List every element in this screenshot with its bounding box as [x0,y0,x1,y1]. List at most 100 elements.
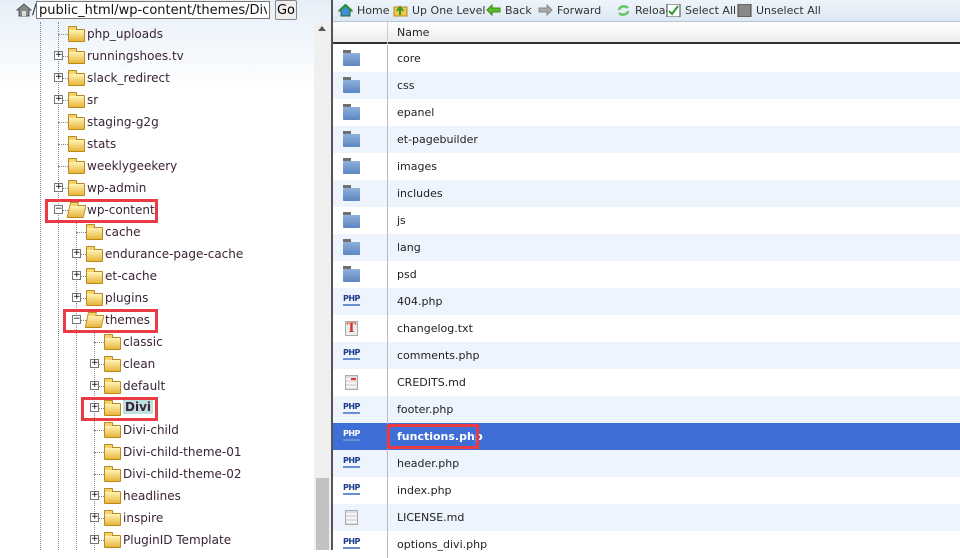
expand-toggle-icon[interactable]: + [54,95,63,104]
tree-item[interactable]: + wp-admin [0,178,314,198]
file-name[interactable]: options_divi.php [397,538,487,551]
forward-button[interactable]: Forward [538,4,601,17]
home-icon[interactable] [16,3,32,17]
tree-item[interactable]: + et-cache [0,266,314,286]
scrollbar-thumb[interactable] [316,478,329,550]
tree-item-label[interactable]: PluginID Template [123,533,231,547]
file-name[interactable]: changelog.txt [397,322,473,335]
file-row[interactable]: core [333,45,960,72]
tree-item-label[interactable]: Divi-child [123,423,179,437]
tree-item-label[interactable]: sr [87,93,98,107]
tree-item[interactable]: weeklygeekery [0,156,314,176]
file-row[interactable]: images [333,153,960,180]
tree-item-label[interactable]: endurance-page-cache [105,247,243,261]
expand-toggle-icon[interactable]: + [90,535,99,544]
file-name[interactable]: CREDITS.md [397,376,466,389]
tree-item[interactable]: + plugins [0,288,314,308]
tree-item-label[interactable]: inspire [123,511,163,525]
home-button[interactable]: Home [338,4,389,17]
file-row[interactable]: et-pagebuilder [333,126,960,153]
tree-item-label[interactable]: clean [123,357,155,371]
back-button[interactable]: Back [486,4,532,17]
file-row[interactable]: includes [333,180,960,207]
file-name[interactable]: css [397,79,415,92]
name-column-header[interactable]: Name [397,26,429,39]
file-name[interactable]: images [397,160,437,173]
file-name[interactable]: index.php [397,484,452,497]
tree-item-label[interactable]: php_uploads [87,27,163,41]
file-row[interactable]: psd [333,261,960,288]
go-button[interactable]: Go [275,0,297,20]
file-name[interactable]: psd [397,268,417,281]
expand-toggle-icon[interactable]: + [54,73,63,82]
file-name[interactable]: js [397,214,406,227]
reload-button[interactable]: Reload [616,4,672,17]
file-name[interactable]: 404.php [397,295,442,308]
tree-scrollbar[interactable] [314,22,331,550]
file-row[interactable]: js [333,207,960,234]
file-name[interactable]: footer.php [397,403,453,416]
tree-item[interactable]: + endurance-page-cache [0,244,314,264]
file-name[interactable]: LICENSE.md [397,511,464,524]
file-row[interactable]: PHP options_divi.php [333,531,960,558]
expand-toggle-icon[interactable]: + [90,513,99,522]
expand-toggle-icon[interactable]: + [90,491,99,500]
tree-item-label[interactable]: Divi-child-theme-01 [123,445,242,459]
tree-item[interactable]: Divi-child-theme-02 [0,464,314,484]
tree-item[interactable]: stats [0,134,314,154]
tree-item[interactable]: + inspire [0,508,314,528]
file-row[interactable]: PHP index.php [333,477,960,504]
expand-toggle-icon[interactable]: + [54,51,63,60]
expand-toggle-icon[interactable]: + [72,271,81,280]
tree-item[interactable]: classic [0,332,314,352]
tree-item[interactable]: + headlines [0,486,314,506]
tree-item-label[interactable]: Divi-child-theme-02 [123,467,242,481]
tree-item-label[interactable]: classic [123,335,163,349]
expand-toggle-icon[interactable]: + [90,381,99,390]
path-input[interactable] [36,1,270,19]
expand-toggle-icon[interactable]: + [90,359,99,368]
tree-item[interactable]: + slack_redirect [0,68,314,88]
file-name[interactable]: header.php [397,457,459,470]
file-name[interactable]: includes [397,187,443,200]
file-row[interactable]: epanel [333,99,960,126]
file-name[interactable]: epanel [397,106,434,119]
tree-item[interactable]: + default [0,376,314,396]
unselect-all-button[interactable]: Unselect All [737,4,821,17]
tree-item-label[interactable]: default [123,379,165,393]
file-name[interactable]: lang [397,241,421,254]
tree-item-label[interactable]: staging-g2g [87,115,159,129]
expand-toggle-icon[interactable]: + [72,249,81,258]
tree-item-label[interactable]: slack_redirect [87,71,170,85]
tree-item-label[interactable]: headlines [123,489,181,503]
tree-item-label[interactable]: plugins [105,291,148,305]
file-row[interactable]: PHP header.php [333,450,960,477]
expand-toggle-icon[interactable]: + [54,183,63,192]
file-name[interactable]: et-pagebuilder [397,133,478,146]
tree-item-label[interactable]: stats [87,137,116,151]
file-row[interactable]: CREDITS.md [333,369,960,396]
tree-item[interactable]: php_uploads [0,24,314,44]
tree-item[interactable]: staging-g2g [0,112,314,132]
file-row[interactable]: Tchangelog.txt [333,315,960,342]
tree-item[interactable]: cache [0,222,314,242]
tree-item[interactable]: + clean [0,354,314,374]
tree-item[interactable]: + sr [0,90,314,110]
file-row[interactable]: PHP comments.php [333,342,960,369]
tree-item[interactable]: + PluginID Template [0,530,314,550]
select-all-button[interactable]: Select All [666,4,736,17]
tree-item-label[interactable]: et-cache [105,269,157,283]
scroll-up-arrow-icon[interactable] [318,26,326,31]
up-one-level-button[interactable]: Up One Level [393,4,485,17]
file-name[interactable]: core [397,52,421,65]
file-row[interactable]: PHP 404.php [333,288,960,315]
tree-item[interactable]: + runningshoes.tv [0,46,314,66]
tree-item[interactable]: Divi-child-theme-01 [0,442,314,462]
tree-item-label[interactable]: weeklygeekery [87,159,177,173]
file-row[interactable]: lang [333,234,960,261]
tree-item-label[interactable]: runningshoes.tv [87,49,184,63]
file-row[interactable]: PHP footer.php [333,396,960,423]
file-row[interactable]: LICENSE.md [333,504,960,531]
expand-toggle-icon[interactable]: + [72,293,81,302]
tree-item-label[interactable]: wp-admin [87,181,146,195]
